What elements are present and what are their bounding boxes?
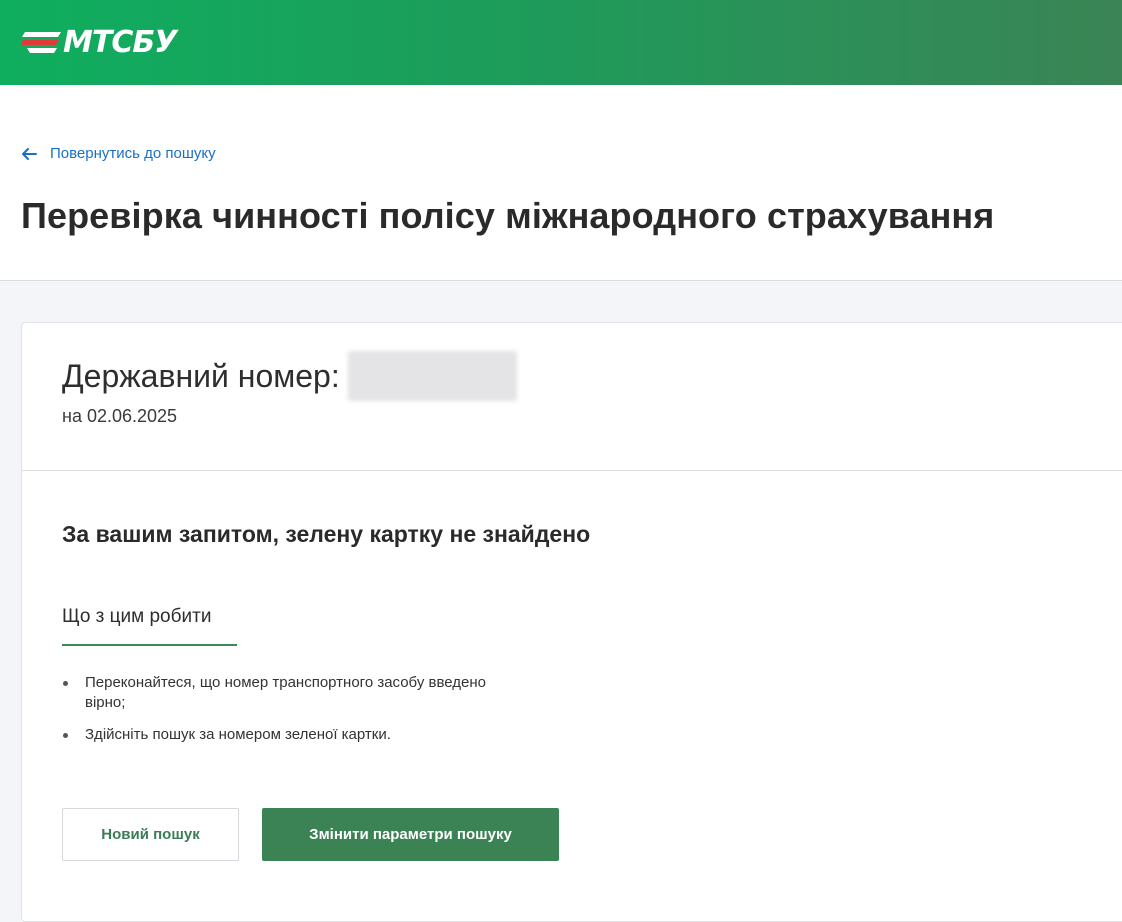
list-item: Переконайтеся, що номер транспортного за… <box>62 673 522 713</box>
change-search-params-button[interactable]: Змінити параметри пошуку <box>262 808 559 861</box>
plate-number-line: Державний номер: <box>62 351 517 401</box>
tips-list: Переконайтеся, що номер транспортного за… <box>62 673 522 757</box>
tip-text: Переконайтеся, що номер транспортного за… <box>85 674 486 711</box>
page-title: Перевірка чинності полісу міжнародного с… <box>21 195 995 236</box>
new-search-button[interactable]: Новий пошук <box>62 808 239 861</box>
arrow-left-icon <box>22 147 37 160</box>
page-header: Повернутись до пошуку Перевірка чинності… <box>0 85 1122 281</box>
top-header: МТСБУ <box>0 0 1122 85</box>
list-item: Здійсніть пошук за номером зеленої картк… <box>62 725 522 745</box>
plate-number-redacted <box>347 351 517 401</box>
back-to-search-link[interactable]: Повернутись до пошуку <box>21 145 216 162</box>
tab-what-to-do[interactable]: Що з цим робити <box>62 606 237 646</box>
result-card: Державний номер: на 02.06.2025 За вашим … <box>21 322 1122 922</box>
logo-stripes-icon <box>21 32 61 53</box>
back-link-label: Повернутись до пошуку <box>50 145 216 162</box>
mtsbu-logo[interactable]: МТСБУ <box>21 25 177 60</box>
card-header: Державний номер: на 02.06.2025 <box>22 323 1122 471</box>
bullet-icon <box>63 681 68 686</box>
result-message: За вашим запитом, зелену картку не знайд… <box>62 521 591 547</box>
query-date: на 02.06.2025 <box>62 406 178 426</box>
bullet-icon <box>63 733 68 738</box>
tip-text: Здійсніть пошук за номером зеленої картк… <box>85 726 391 743</box>
logo-text: МТСБУ <box>63 25 177 60</box>
plate-number-label: Державний номер: <box>62 357 340 394</box>
